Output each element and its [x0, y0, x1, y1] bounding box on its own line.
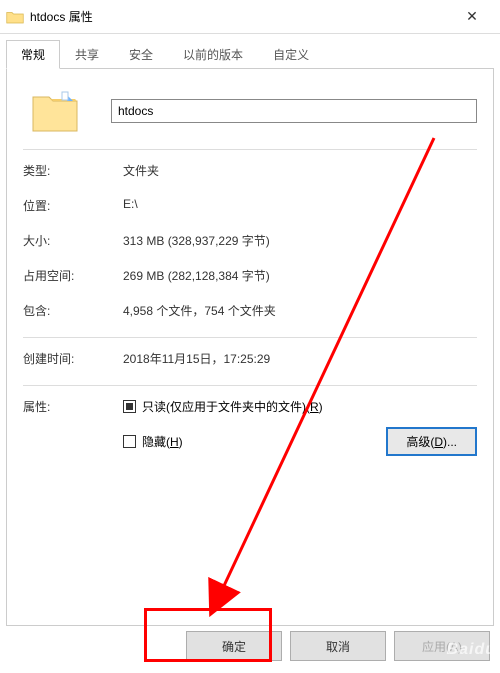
window-title: htdocs 属性: [30, 8, 450, 25]
folder-name-input[interactable]: [111, 99, 477, 123]
type-label: 类型:: [23, 162, 123, 179]
size-label: 大小:: [23, 232, 123, 249]
contains-label: 包含:: [23, 302, 123, 319]
close-icon: ✕: [466, 8, 478, 25]
tab-customize[interactable]: 自定义: [258, 40, 324, 69]
tabs: 常规 共享 安全 以前的版本 自定义: [6, 40, 494, 69]
size-value: 313 MB (328,937,229 字节): [123, 232, 270, 249]
close-button[interactable]: ✕: [450, 2, 494, 32]
size-on-disk-label: 占用空间:: [23, 267, 123, 284]
tab-sharing[interactable]: 共享: [60, 40, 114, 69]
tab-security[interactable]: 安全: [114, 40, 168, 69]
tab-general[interactable]: 常规: [6, 40, 60, 69]
advanced-button[interactable]: 高级(D)...: [386, 427, 477, 456]
ok-button[interactable]: 确定: [186, 631, 282, 661]
tab-previous-versions[interactable]: 以前的版本: [168, 40, 258, 69]
titlebar: htdocs 属性 ✕: [0, 0, 500, 34]
created-label: 创建时间:: [23, 350, 123, 367]
divider: [23, 385, 477, 386]
location-value: E:\: [123, 197, 138, 214]
contains-value: 4,958 个文件，754 个文件夹: [123, 302, 276, 319]
folder-large-icon: [29, 87, 81, 135]
tab-panel-general: 类型: 文件夹 位置: E:\ 大小: 313 MB (328,937,229 …: [6, 68, 494, 626]
dialog-buttons: 确定 取消 应用(A): [186, 631, 490, 661]
cancel-button[interactable]: 取消: [290, 631, 386, 661]
readonly-checkbox[interactable]: [123, 400, 136, 413]
folder-icon: [6, 10, 24, 24]
type-value: 文件夹: [123, 162, 159, 179]
size-on-disk-value: 269 MB (282,128,384 字节): [123, 267, 270, 284]
attributes-label: 属性:: [23, 398, 123, 468]
hidden-checkbox[interactable]: [123, 435, 136, 448]
divider: [23, 149, 477, 150]
apply-button[interactable]: 应用(A): [394, 631, 490, 661]
divider: [23, 337, 477, 338]
location-label: 位置:: [23, 197, 123, 214]
readonly-label: 只读(仅应用于文件夹中的文件)(R): [142, 398, 323, 415]
created-value: 2018年11月15日，17:25:29: [123, 350, 270, 367]
hidden-label: 隐藏(H): [142, 433, 183, 450]
